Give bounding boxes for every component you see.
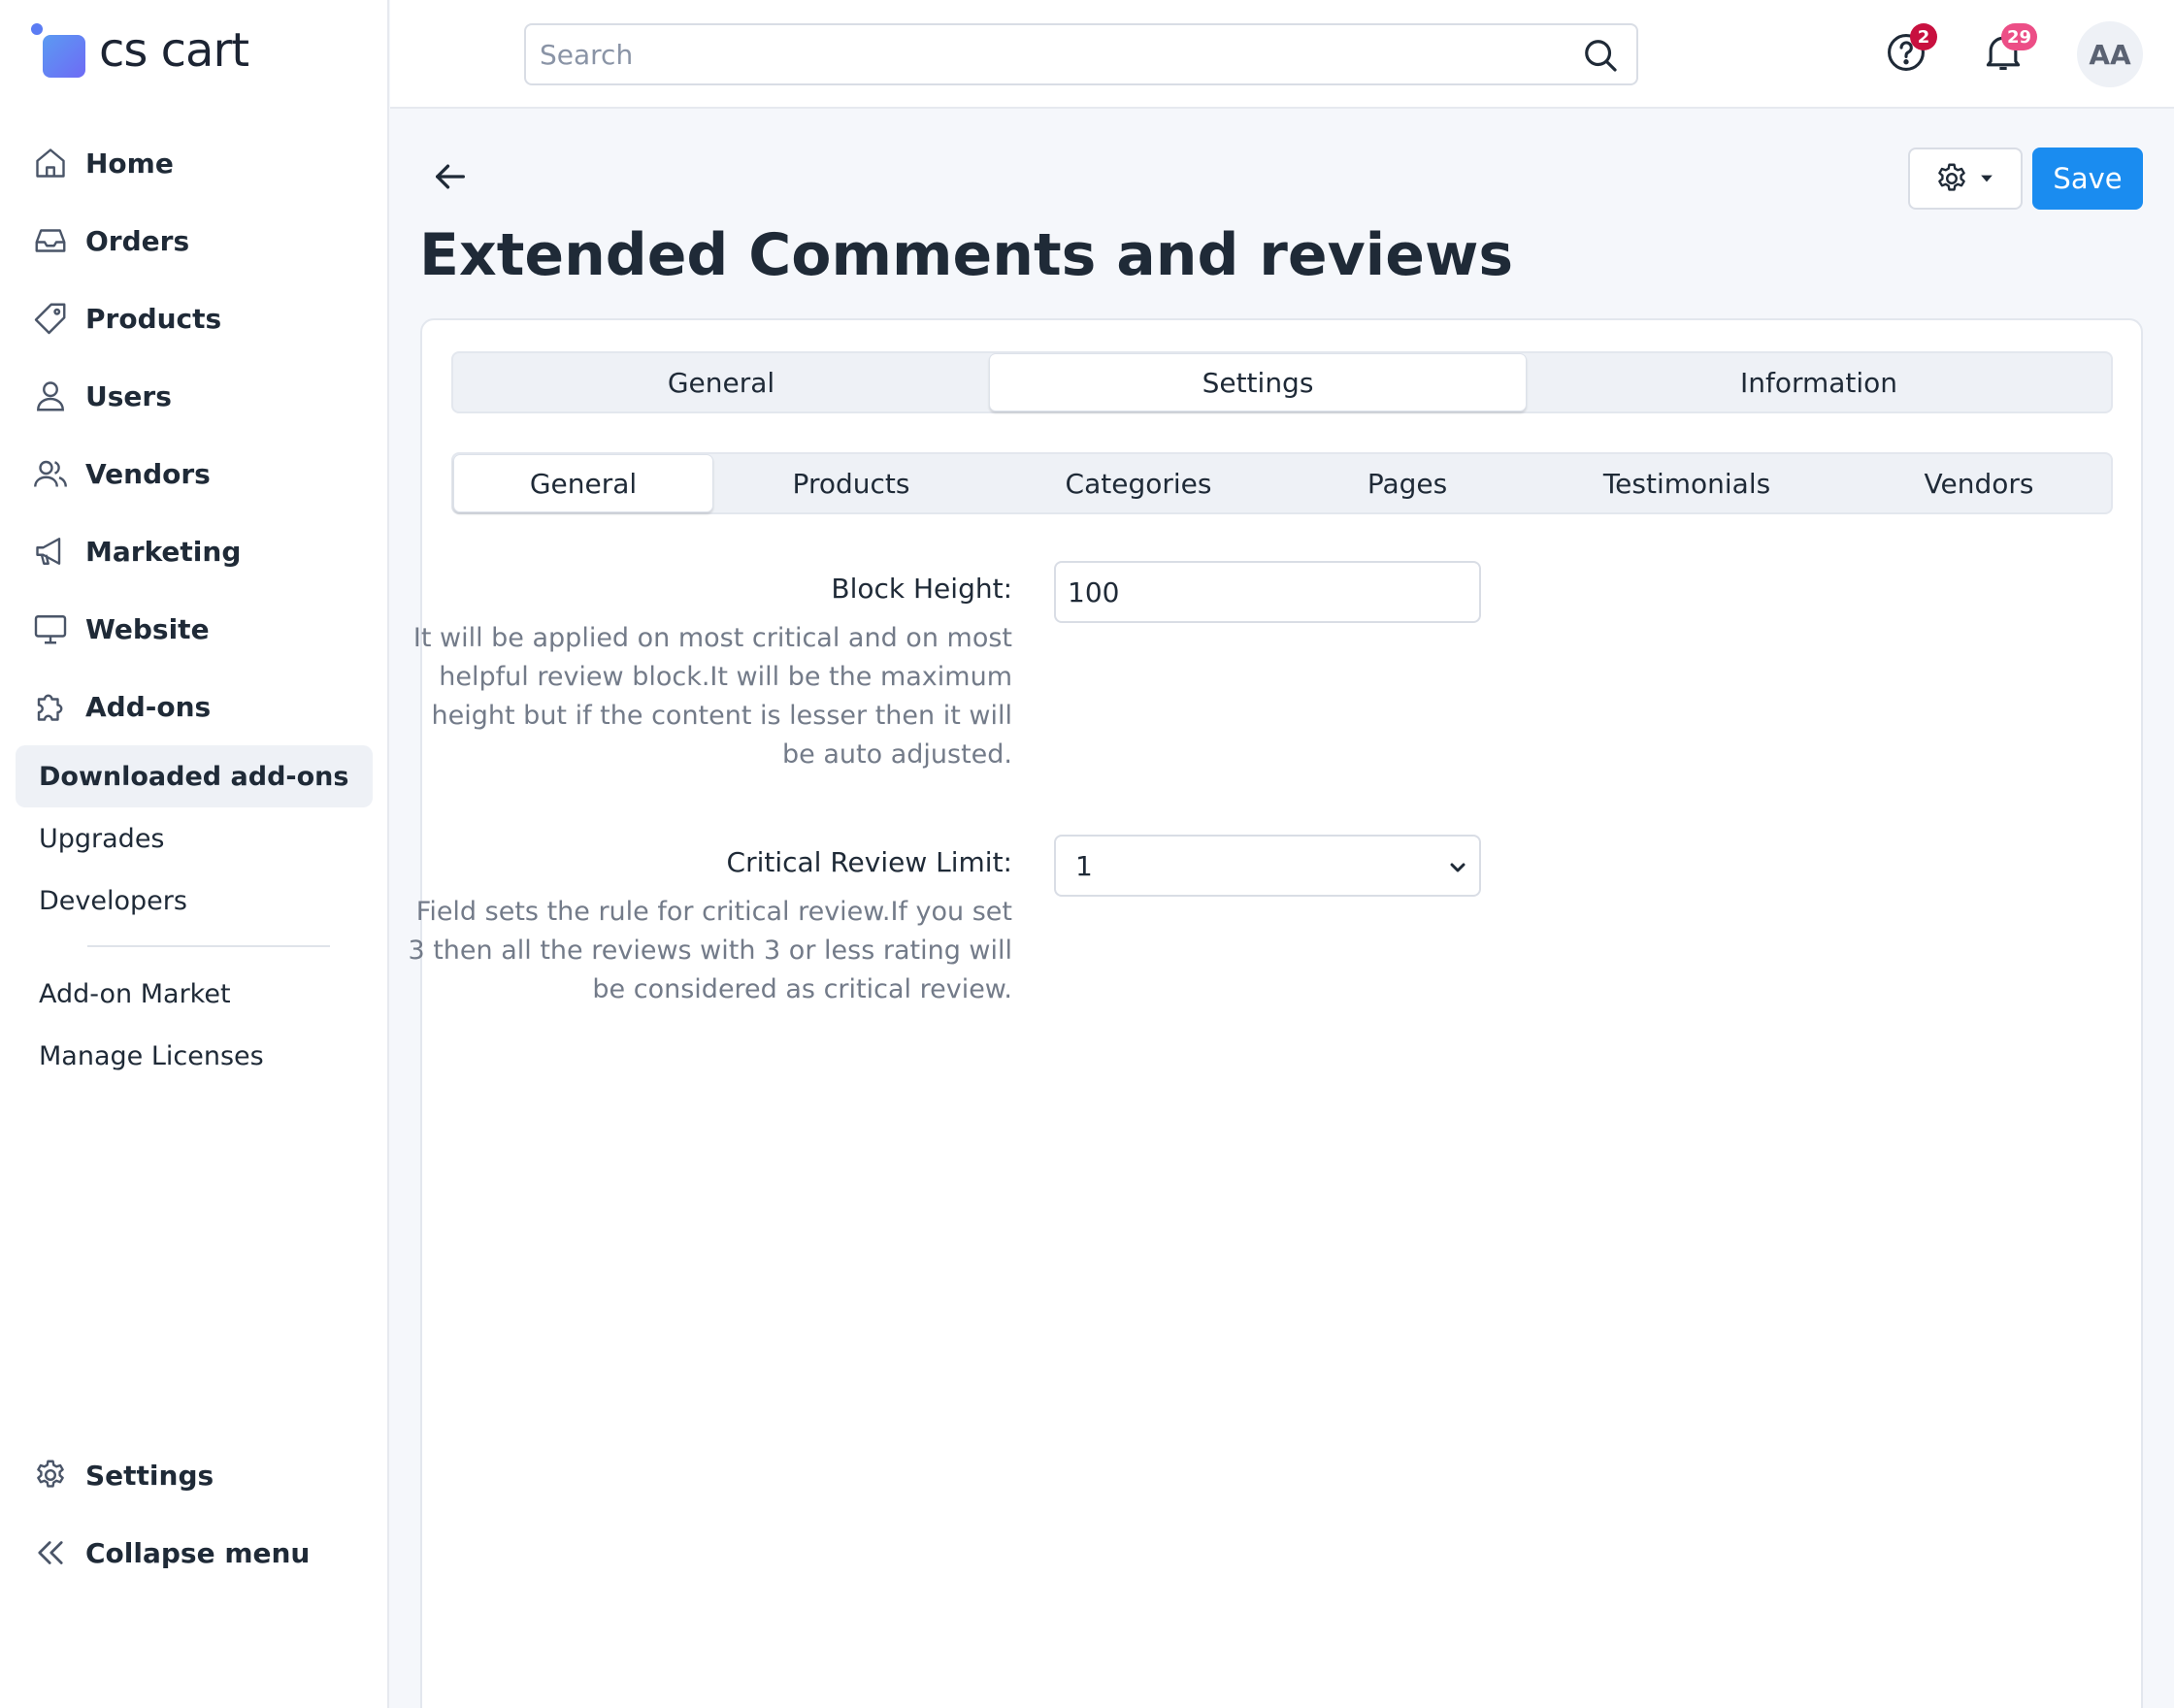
- sidebar-item-label: Products: [85, 302, 222, 335]
- sidebar-subitem-add-on-market[interactable]: Add-on Market: [16, 963, 373, 1025]
- logo-text: cs cart: [99, 23, 249, 78]
- critical-review-limit-select[interactable]: 1: [1054, 835, 1481, 897]
- avatar[interactable]: AA: [2077, 21, 2143, 87]
- sidebar: cs cart Home Orders Products Users Vendo…: [0, 0, 389, 1708]
- block-height-input[interactable]: [1054, 561, 1481, 623]
- sidebar-item-orders[interactable]: Orders: [0, 202, 388, 279]
- settings-card: General Settings Information General Pro…: [408, 318, 2143, 1708]
- subtab-categories[interactable]: Categories: [989, 454, 1288, 512]
- gear-icon: [1938, 163, 1965, 191]
- top-header: 2 29 AA: [390, 0, 2174, 109]
- help-line: 3 then all the reviews with 3 or less ra…: [408, 936, 1012, 966]
- monitor-icon: [31, 609, 70, 648]
- sidebar-item-label: Users: [85, 379, 172, 412]
- collapse-menu-button[interactable]: Collapse menu: [0, 1514, 388, 1592]
- help-button[interactable]: 2: [1879, 23, 1937, 80]
- tab-information[interactable]: Information: [1527, 353, 2111, 411]
- sidebar-item-settings[interactable]: Settings: [0, 1436, 388, 1514]
- logo-mark-icon: [31, 23, 85, 78]
- notifications-count-badge: 29: [2001, 23, 2038, 50]
- sidebar-bottom: Settings Collapse menu: [0, 1436, 388, 1592]
- megaphone-icon: [31, 532, 70, 571]
- help-line: helpful review block.It will be the maxi…: [439, 662, 1012, 692]
- sidebar-subitem-manage-licenses[interactable]: Manage Licenses: [16, 1025, 373, 1087]
- gear-icon: [31, 1456, 70, 1494]
- help-line: It will be applied on most critical and …: [412, 623, 1012, 653]
- sidebar-item-marketing[interactable]: Marketing: [0, 512, 388, 590]
- search-icon[interactable]: [1582, 37, 1619, 74]
- sidebar-subitem-developers[interactable]: Developers: [16, 870, 373, 932]
- tab-general[interactable]: General: [453, 353, 989, 411]
- sidebar-subitem-downloaded-add-ons[interactable]: Downloaded add-ons: [16, 745, 373, 807]
- sidebar-item-label: Website: [85, 612, 210, 645]
- help-line: height but if the content is lesser then…: [431, 701, 1012, 731]
- user-icon: [31, 377, 70, 415]
- help-line: Field sets the rule for critical review.…: [415, 897, 1012, 927]
- main-tabs: General Settings Information: [451, 351, 2113, 413]
- sidebar-item-website[interactable]: Website: [0, 590, 388, 668]
- sidebar-item-label: Settings: [85, 1459, 214, 1492]
- sidebar-item-home[interactable]: Home: [0, 124, 388, 202]
- subtab-pages[interactable]: Pages: [1288, 454, 1527, 512]
- block-height-label: Block Height:: [831, 573, 1012, 605]
- sidebar-item-label: Vendors: [85, 457, 211, 490]
- settings-subtabs: General Products Categories Pages Testim…: [451, 452, 2113, 514]
- puzzle-icon: [31, 687, 70, 726]
- help-line: be considered as critical review.: [592, 974, 1012, 1004]
- search-bar: [524, 23, 1638, 85]
- sidebar-item-vendors[interactable]: Vendors: [0, 435, 388, 512]
- home-icon: [31, 144, 70, 182]
- back-arrow-icon[interactable]: [431, 157, 470, 196]
- sidebar-item-products[interactable]: Products: [0, 279, 388, 357]
- save-button[interactable]: Save: [2032, 148, 2143, 210]
- page-title: Extended Comments and reviews: [419, 221, 1514, 289]
- help-count-badge: 2: [1910, 23, 1937, 50]
- tab-settings[interactable]: Settings: [989, 353, 1527, 411]
- users-icon: [31, 454, 70, 493]
- subtab-testimonials[interactable]: Testimonials: [1527, 454, 1847, 512]
- subtab-products[interactable]: Products: [713, 454, 989, 512]
- subtab-vendors[interactable]: Vendors: [1847, 454, 2111, 512]
- settings-dropdown-button[interactable]: [1908, 148, 2023, 210]
- submenu-divider: [87, 945, 330, 947]
- critical-review-limit-help: Field sets the rule for critical review.…: [391, 893, 1012, 1009]
- sidebar-item-label: Marketing: [85, 535, 242, 568]
- double-chevron-left-icon: [31, 1533, 70, 1572]
- sidebar-item-add-ons[interactable]: Add-ons: [0, 668, 388, 745]
- sidebar-item-users[interactable]: Users: [0, 357, 388, 435]
- subtab-general[interactable]: General: [453, 454, 713, 512]
- add-ons-submenu: Downloaded add-ons Upgrades Developers A…: [16, 745, 373, 1087]
- sidebar-item-label: Orders: [85, 224, 190, 257]
- block-height-help: It will be applied on most critical and …: [411, 619, 1012, 774]
- sidebar-item-label: Home: [85, 147, 174, 180]
- notifications-button[interactable]: 29: [1976, 23, 2038, 80]
- tag-icon: [31, 299, 70, 338]
- sidebar-item-label: Collapse menu: [85, 1536, 311, 1569]
- select-value: 1: [1075, 849, 1093, 882]
- logo[interactable]: cs cart: [31, 21, 249, 80]
- help-line: be auto adjusted.: [782, 739, 1012, 770]
- sidebar-item-label: Add-ons: [85, 690, 212, 723]
- caret-down-icon: [1981, 175, 1993, 182]
- critical-review-limit-label: Critical Review Limit:: [726, 846, 1012, 878]
- main-nav: Home Orders Products Users Vendors Marke…: [0, 124, 388, 745]
- search-input[interactable]: [540, 25, 1568, 83]
- chevron-down-icon: [1450, 863, 1466, 872]
- inbox-icon: [31, 221, 70, 260]
- sidebar-subitem-upgrades[interactable]: Upgrades: [16, 807, 373, 870]
